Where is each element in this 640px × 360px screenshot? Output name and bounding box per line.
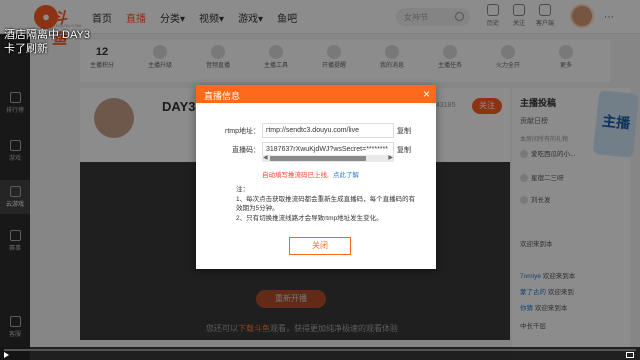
close-button[interactable]: 关闭 [289, 237, 351, 255]
caption-line-1: 酒店隔离中 DAY3 [4, 29, 90, 41]
dialog-notes: 注： 1、每次点击获取推流码都会重新生成直播码，每个直播码的有效期为5分钟。 2… [236, 185, 416, 223]
copy-code-button[interactable]: 复制 [397, 145, 411, 155]
code-scrollbar[interactable]: ◀ ▶ [262, 155, 394, 162]
rtmp-field[interactable]: rtmp://sendtc3.douyu.com/live [262, 123, 394, 138]
fullscreen-icon[interactable] [626, 352, 634, 358]
auto-fill-tip: 自动填写推流码已上线, 点此了解 [262, 169, 359, 179]
code-label: 直播码： [232, 147, 260, 154]
rtmp-row: rtmp地址： rtmp://sendtc3.douyu.com/live 复制 [196, 123, 436, 139]
scroll-thumb[interactable] [270, 156, 366, 161]
scroll-right-icon[interactable]: ▶ [388, 154, 393, 161]
tip-text: 自动填写推流码已上线, [262, 172, 329, 179]
note-2: 2、只有切换推流线路才会导致rtmp地址发生变化。 [236, 214, 383, 222]
copy-rtmp-button[interactable]: 复制 [397, 126, 411, 136]
video-caption: 酒店隔离中 DAY3 卡了刷新 [4, 28, 90, 56]
progress-bar[interactable] [4, 349, 636, 351]
scroll-left-icon[interactable]: ◀ [263, 154, 268, 161]
rtmp-label: rtmp地址： [225, 128, 260, 135]
dialog-title: 直播信息 [204, 91, 241, 101]
note-1: 1、每次点击获取推流码都会重新生成直播码，每个直播码的有效期为5分钟。 [236, 195, 416, 213]
learn-more-link[interactable]: 点此了解 [333, 172, 359, 179]
caption-line-2: 卡了刷新 [4, 43, 48, 55]
notes-title: 注： [236, 186, 249, 193]
dialog-header: 直播信息 × [196, 85, 436, 103]
player-controls [0, 347, 640, 360]
close-icon[interactable]: × [423, 87, 430, 101]
live-info-dialog: 直播信息 × rtmp地址： rtmp://sendtc3.douyu.com/… [196, 85, 436, 269]
play-icon[interactable] [4, 352, 9, 358]
